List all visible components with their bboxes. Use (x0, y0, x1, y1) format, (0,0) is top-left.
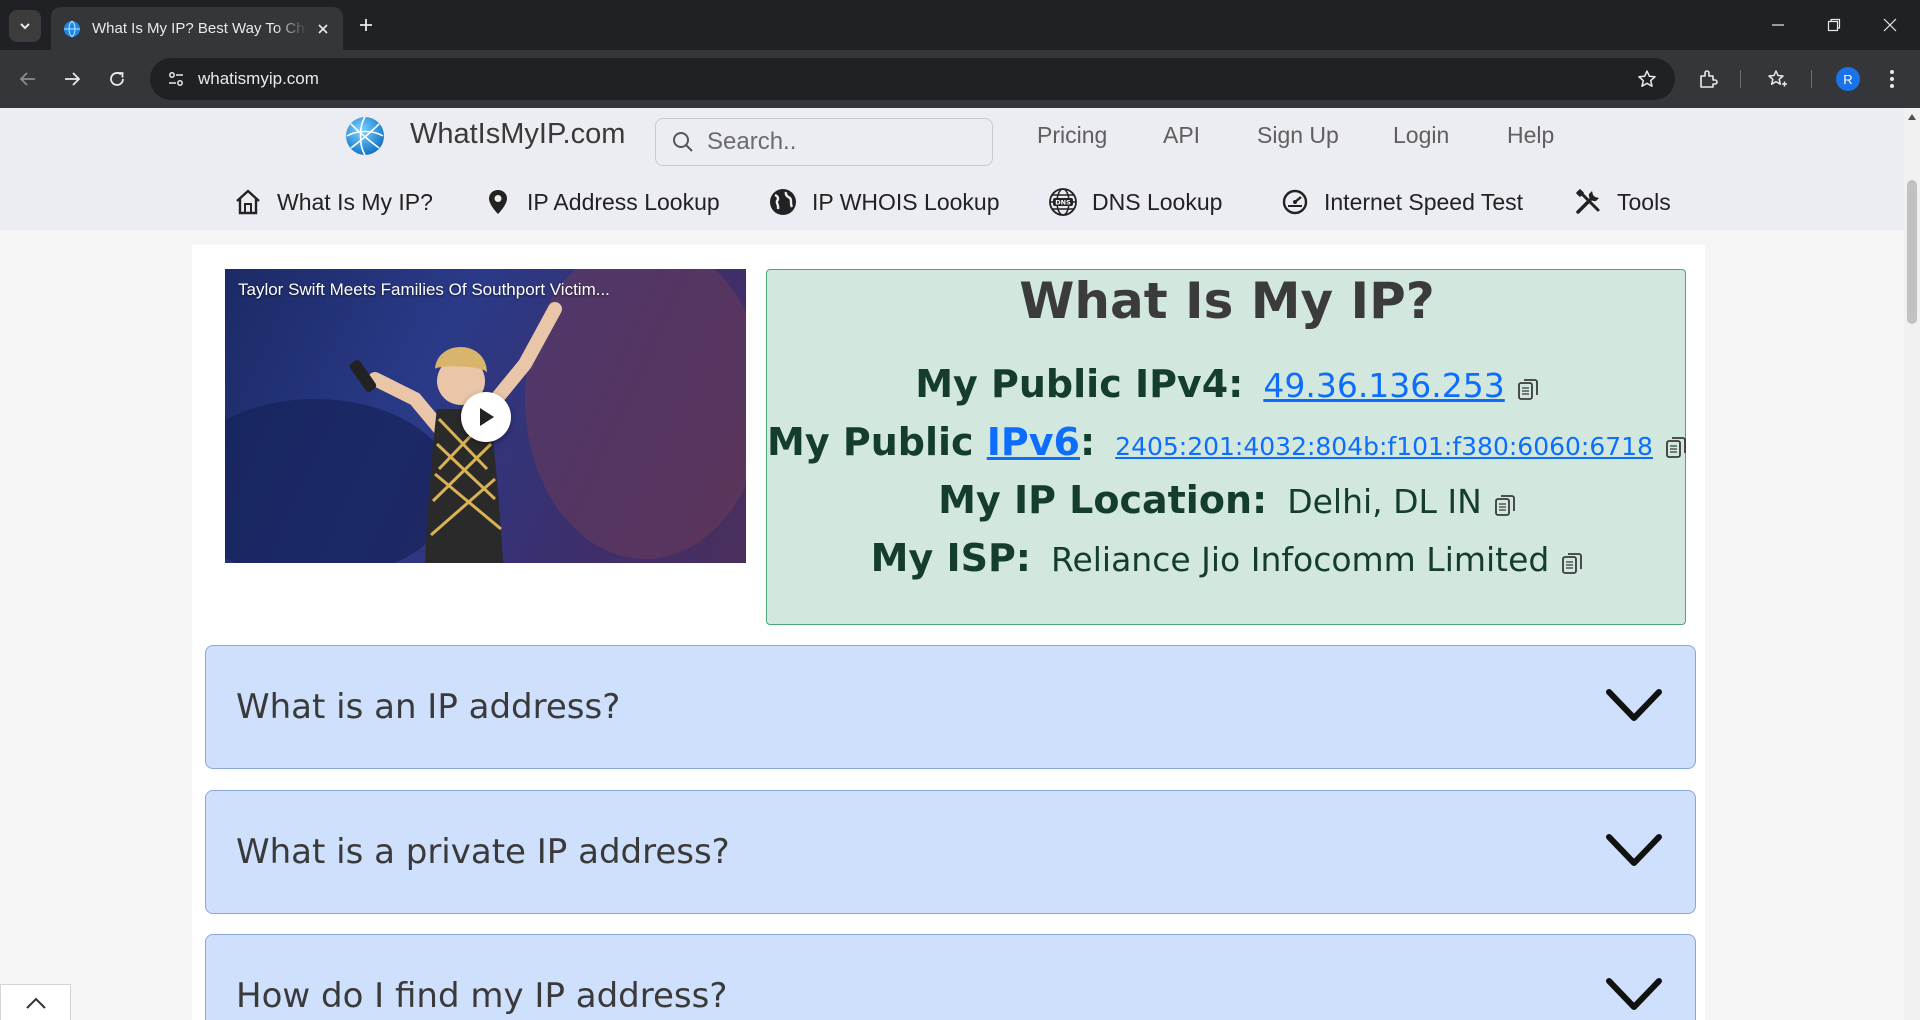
copy-icon[interactable] (1517, 378, 1539, 402)
pricing-link[interactable]: Pricing (1037, 122, 1107, 149)
svg-text:DNS: DNS (1055, 199, 1071, 207)
nav-label: Internet Speed Test (1324, 188, 1524, 215)
chevron-down-icon (20, 23, 30, 30)
video-player[interactable]: Taylor Swift Meets Families Of Southport… (225, 269, 746, 563)
url-text[interactable]: whatismyip.com (198, 69, 319, 89)
nav-internet-speed-test[interactable]: Internet Speed Test (1280, 178, 1523, 226)
reload-icon[interactable] (101, 63, 133, 95)
nav-what-is-my-ip[interactable]: What Is My IP? (233, 178, 433, 226)
ipv6-label-colon: : (1079, 420, 1096, 464)
nav-ip-address-lookup[interactable]: IP Address Lookup (483, 178, 720, 226)
sign-up-link[interactable]: Sign Up (1257, 122, 1339, 149)
nav-label: DNS Lookup (1092, 188, 1223, 215)
browser-tab-active[interactable]: What Is My IP? Best Way To Check Your IP… (51, 7, 343, 50)
copy-icon[interactable] (1494, 494, 1516, 518)
browser-toolbar: whatismyip.com (0, 50, 1920, 108)
bookmark-star-icon[interactable] (1631, 63, 1663, 95)
copy-icon[interactable] (1561, 552, 1583, 576)
help-link[interactable]: Help (1507, 122, 1554, 149)
faq-accordion-item[interactable]: What is an IP address? (205, 645, 1696, 769)
ipv6-label: My Public IPv6: (767, 420, 1095, 464)
nav-ip-whois-lookup[interactable]: IP WHOIS Lookup (768, 178, 1000, 226)
globe-favicon-icon (64, 20, 80, 37)
location-row: My IP Location: Delhi, DL IN (767, 478, 1687, 522)
new-tab-icon[interactable] (353, 12, 379, 38)
isp-value: Reliance Jio Infocomm Limited (1051, 540, 1550, 579)
faq-question: What is a private IP address? (236, 832, 730, 872)
ipv6-label-prefix: My Public (767, 420, 974, 464)
chevron-down-icon (1606, 978, 1662, 1010)
map-pin-icon (483, 187, 513, 217)
chevron-up-icon (25, 997, 46, 1009)
globe-icon (768, 187, 798, 217)
minimize-icon[interactable] (1750, 0, 1806, 50)
search-input[interactable] (707, 128, 977, 156)
isp-row: My ISP: Reliance Jio Infocomm Limited (767, 536, 1687, 580)
login-link[interactable]: Login (1393, 122, 1449, 149)
profile-avatar[interactable]: R (1836, 67, 1860, 91)
faq-question: What is an IP address? (236, 687, 621, 727)
forward-icon[interactable] (56, 63, 88, 95)
speedometer-icon (1280, 187, 1310, 217)
site-header: WhatIsMyIP.com Pricing API Sign Up Login… (0, 108, 1904, 230)
logo-globe-icon[interactable] (345, 116, 385, 156)
chevron-down-icon (1606, 834, 1662, 866)
faq-accordion-item[interactable]: What is a private IP address? (205, 790, 1696, 914)
ipv4-label: My Public IPv4: (915, 362, 1244, 406)
back-to-top-button[interactable] (0, 984, 71, 1020)
tools-icon (1573, 187, 1603, 217)
nav-label: IP Address Lookup (527, 188, 720, 215)
browser-menu-icon[interactable] (1876, 63, 1908, 95)
close-window-icon[interactable] (1862, 0, 1918, 50)
extensions-icon[interactable] (1692, 63, 1724, 95)
dns-globe-icon: DNS (1048, 187, 1078, 217)
tab-title: What Is My IP? Best Way To Check Your IP… (92, 20, 307, 37)
video-title[interactable]: Taylor Swift Meets Families Of Southport… (238, 280, 610, 300)
search-icon (673, 132, 693, 152)
site-search[interactable] (655, 118, 993, 166)
ipv4-value-link[interactable]: 49.36.136.253 (1263, 366, 1504, 405)
brand-name[interactable]: WhatIsMyIP.com (410, 118, 625, 151)
ipv6-value-link[interactable]: 2405:201:4032:804b:f101:f380:6060:6718 (1115, 432, 1653, 461)
toolbar-divider (1740, 70, 1741, 88)
close-tab-icon[interactable] (313, 19, 333, 39)
site-info-icon[interactable] (162, 65, 190, 93)
browser-tab-strip: What Is My IP? Best Way To Check Your IP… (0, 0, 1920, 50)
tab-search-button[interactable] (9, 10, 41, 42)
api-link[interactable]: API (1163, 122, 1200, 149)
nav-dns-lookup[interactable]: DNS DNS Lookup (1048, 178, 1222, 226)
address-bar[interactable]: whatismyip.com (150, 58, 1675, 100)
main-nav: What Is My IP? IP Address Lookup IP WHOI… (0, 178, 1904, 226)
ip-card-heading: What Is My IP? (1019, 272, 1435, 330)
isp-label: My ISP: (870, 536, 1031, 580)
chevron-down-icon (1606, 689, 1662, 721)
ip-info-card: What Is My IP? My Public IPv4: 49.36.136… (766, 269, 1686, 625)
ipv6-info-link[interactable]: IPv6 (987, 420, 1080, 464)
nav-label: IP WHOIS Lookup (812, 188, 1000, 215)
page-viewport: WhatIsMyIP.com Pricing API Sign Up Login… (0, 108, 1904, 1020)
faq-question: How do I find my IP address? (236, 976, 728, 1016)
ipv6-row: My Public IPv6: 2405:201:4032:804b:f101:… (767, 420, 1687, 464)
toolbar-divider (1811, 70, 1812, 88)
scroll-up-arrow-icon[interactable] (1908, 114, 1916, 120)
nav-label: What Is My IP? (277, 188, 433, 215)
scrollbar-thumb[interactable] (1907, 180, 1917, 324)
ipv4-row: My Public IPv4: 49.36.136.253 (767, 362, 1687, 406)
copy-icon[interactable] (1665, 436, 1687, 460)
restore-icon[interactable] (1806, 0, 1862, 50)
back-icon[interactable] (12, 63, 44, 95)
play-icon[interactable] (461, 392, 511, 442)
nav-label: Tools (1617, 188, 1671, 215)
page-scrollbar[interactable] (1904, 108, 1920, 1020)
nav-tools[interactable]: Tools (1573, 178, 1671, 226)
faq-accordion-item[interactable]: How do I find my IP address? (205, 934, 1696, 1020)
home-icon (233, 187, 263, 217)
location-value: Delhi, DL IN (1287, 482, 1482, 521)
bookmarks-icon[interactable] (1762, 63, 1794, 95)
location-label: My IP Location: (938, 478, 1268, 522)
